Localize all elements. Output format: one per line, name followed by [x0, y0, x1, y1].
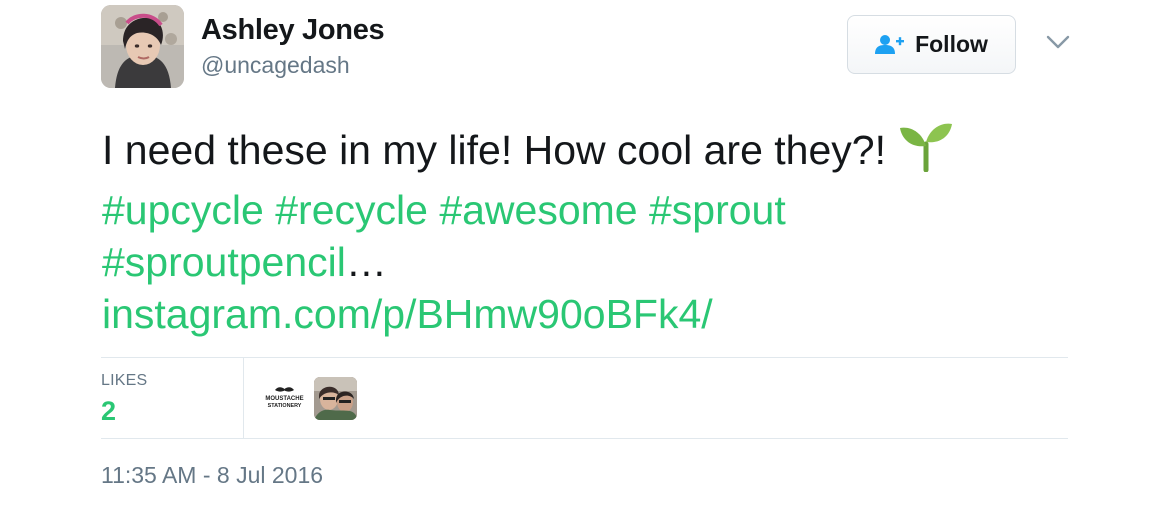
truncation-ellipsis: … — [345, 239, 387, 285]
follow-button-label: Follow — [915, 31, 988, 57]
author-avatar[interactable] — [101, 5, 184, 88]
stats-top-divider — [101, 357, 1068, 358]
author-handle[interactable]: @uncagedash — [201, 52, 350, 79]
moustache-stationery-avatar[interactable]: MOUSTACHE STATIONERY — [263, 377, 306, 420]
follow-button[interactable]: Follow — [847, 15, 1016, 74]
hashtag-link[interactable]: #awesome — [439, 187, 637, 233]
stats-bottom-divider — [101, 438, 1068, 439]
hashtag-link[interactable]: #upcycle — [102, 187, 264, 233]
tweet-text-line-4: instagram.com/p/BHmw90oBFk4/ — [102, 288, 1102, 340]
liker-photo — [314, 377, 357, 420]
logo-text-2: STATIONERY — [268, 403, 302, 409]
logo-text-1: MOUSTACHE — [265, 396, 303, 402]
tweet-timestamp[interactable]: 11:35 AM - 8 Jul 2016 — [101, 462, 323, 489]
tweet-text-line-1: I need these in my life! How cool are th… — [102, 120, 1102, 184]
tweet-card: Ashley Jones @uncagedash Follow I need t… — [0, 0, 1162, 510]
likes-count[interactable]: 2 — [101, 396, 116, 427]
instagram-link[interactable]: instagram.com/p/BHmw90oBFk4/ — [102, 291, 713, 337]
add-user-icon — [875, 34, 905, 54]
hashtag-link[interactable]: #recycle — [275, 187, 428, 233]
tweet-sentence: I need these in my life! How cool are th… — [102, 127, 886, 173]
chevron-down-icon[interactable] — [1046, 34, 1070, 50]
tweet-text: I need these in my life! How cool are th… — [102, 120, 1102, 340]
author-display-name[interactable]: Ashley Jones — [201, 14, 385, 47]
hashtag-link[interactable]: #sproutpencil — [102, 239, 346, 285]
tweet-text-line-3: #sproutpencil… — [102, 236, 1102, 288]
tweet-text-line-2: #upcycle #recycle #awesome #sprout — [102, 184, 1102, 236]
user-photo-avatar[interactable] — [314, 377, 357, 420]
stats-vertical-divider — [243, 357, 244, 438]
avatar-photo — [101, 5, 184, 88]
moustache-logo-icon: MOUSTACHE STATIONERY — [263, 377, 306, 420]
likes-label[interactable]: LIKES — [101, 372, 147, 390]
seedling-icon — [898, 120, 954, 184]
hashtag-link[interactable]: #sprout — [649, 187, 786, 233]
